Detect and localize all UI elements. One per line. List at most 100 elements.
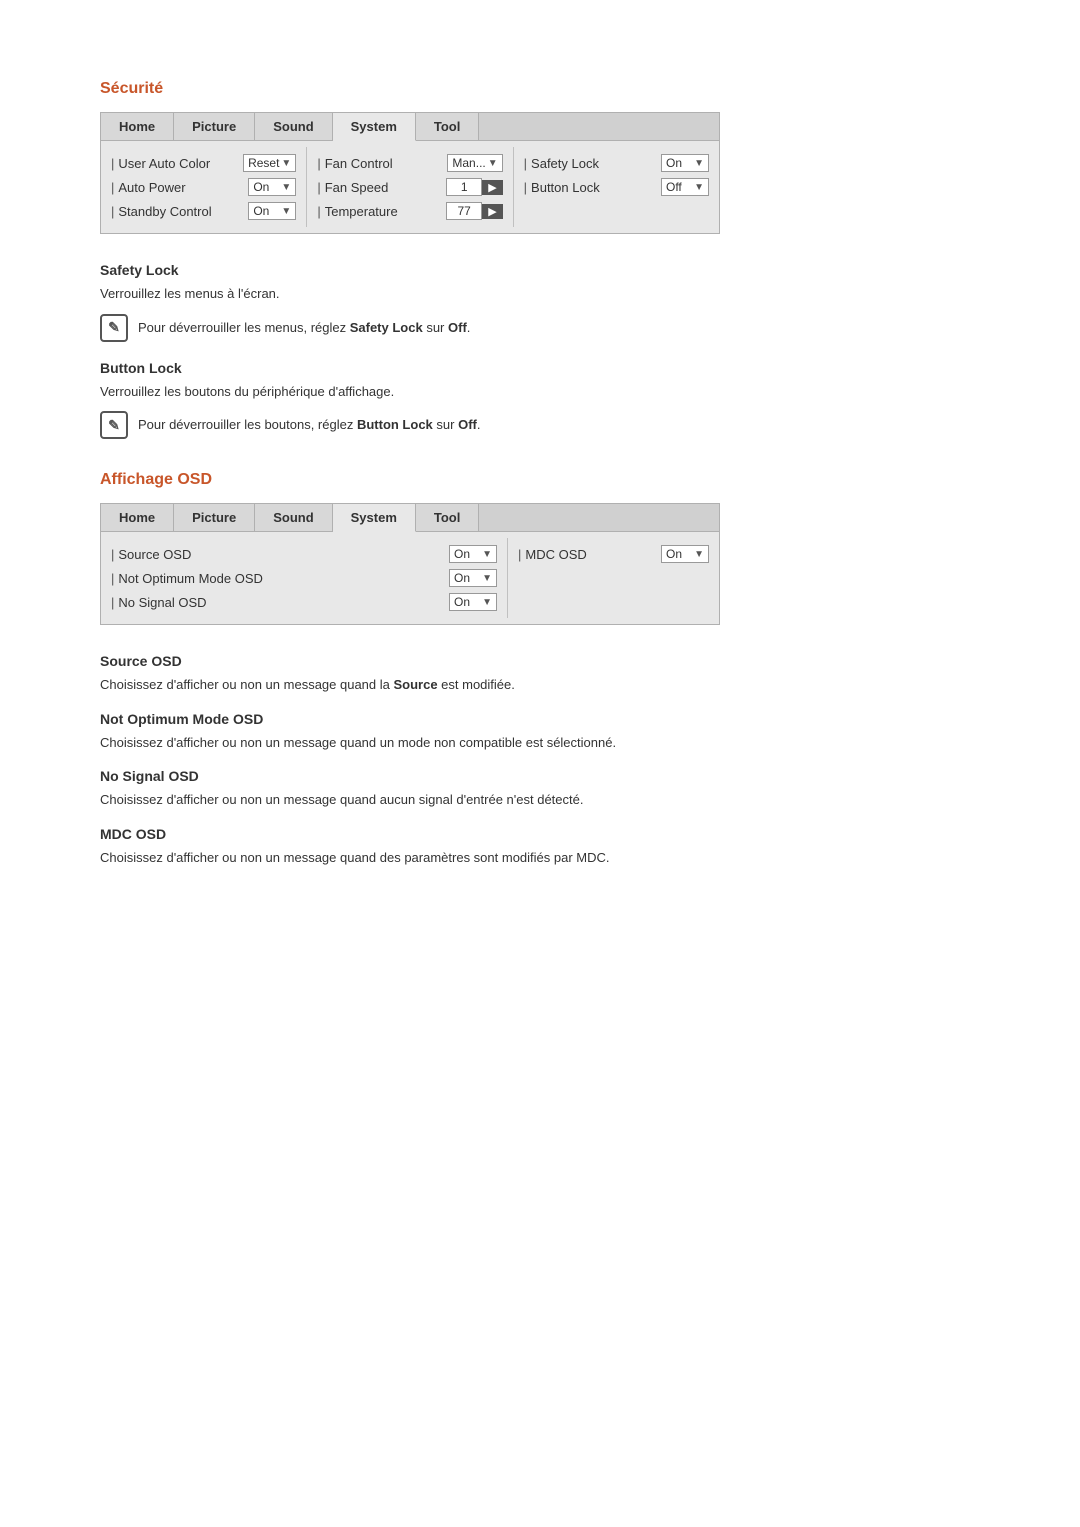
mdc-osd-title: MDC OSD: [100, 826, 980, 842]
securite-value-user-auto-color: Reset: [248, 156, 279, 170]
securite-menu-body: User Auto Color Reset ▼ Auto Power On ▼ …: [101, 141, 719, 233]
securite-tab-sound[interactable]: Sound: [255, 113, 332, 140]
safety-lock-note-icon: ✎: [100, 314, 128, 342]
securite-select-button-lock[interactable]: Off ▼: [661, 178, 709, 196]
securite-menu-panel: Home Picture Sound System Tool User Auto…: [100, 112, 720, 234]
securite-label-standby-control: Standby Control: [111, 204, 248, 219]
safety-lock-note-box: ✎ Pour déverrouiller les menus, réglez S…: [100, 314, 980, 342]
affichage-tab-home[interactable]: Home: [101, 504, 174, 531]
securite-select-auto-power[interactable]: On ▼: [248, 178, 296, 196]
affichage-row-not-optimum: Not Optimum Mode OSD On ▼: [109, 566, 499, 590]
affichage-osd-section: Affichage OSD Home Picture Sound System …: [100, 471, 980, 867]
securite-tab-home[interactable]: Home: [101, 113, 174, 140]
securite-tab-tool[interactable]: Tool: [416, 113, 479, 140]
affichage-label-source-osd: Source OSD: [111, 547, 449, 562]
securite-label-auto-power: Auto Power: [111, 180, 248, 195]
affichage-value-source-osd: On: [454, 547, 480, 561]
affichage-row-source-osd: Source OSD On ▼: [109, 542, 499, 566]
securite-value-fan-speed: 1: [446, 178, 482, 196]
securite-arrow-safety-lock: ▼: [694, 158, 704, 169]
securite-col-3: Safety Lock On ▼ Button Lock Off ▼: [514, 147, 719, 227]
affichage-value-no-signal: On: [454, 595, 480, 609]
source-osd-description: Choisissez d'afficher ou non un message …: [100, 675, 980, 695]
securite-row-fan-speed: Fan Speed 1 ▶: [315, 175, 504, 199]
affichage-tab-picture[interactable]: Picture: [174, 504, 255, 531]
securite-row-fan-control: Fan Control Man... ▼: [315, 151, 504, 175]
securite-row-standby-control: Standby Control On ▼: [109, 199, 298, 223]
not-optimum-description: Choisissez d'afficher ou non un message …: [100, 733, 980, 753]
affichage-label-no-signal: No Signal OSD: [111, 595, 449, 610]
securite-arrow-auto-power: ▼: [281, 182, 291, 193]
securite-title: Sécurité: [100, 80, 980, 98]
button-lock-note-text: Pour déverrouiller les boutons, réglez B…: [138, 411, 480, 435]
securite-col-1: User Auto Color Reset ▼ Auto Power On ▼ …: [101, 147, 307, 227]
source-osd-section: Source OSD Choisissez d'afficher ou non …: [100, 653, 980, 695]
mdc-osd-section: MDC OSD Choisissez d'afficher ou non un …: [100, 826, 980, 868]
safety-lock-title: Safety Lock: [100, 262, 980, 278]
affichage-row-mdc-osd: MDC OSD On ▼: [516, 542, 711, 566]
affichage-tab-system[interactable]: System: [333, 504, 416, 532]
not-optimum-title: Not Optimum Mode OSD: [100, 711, 980, 727]
securite-select-user-auto-color[interactable]: Reset ▼: [243, 154, 296, 172]
securite-row-temperature: Temperature 77 ▶: [315, 199, 504, 223]
securite-arrow-user-auto-color: ▼: [281, 158, 291, 169]
securite-value-standby-control: On: [253, 204, 279, 218]
affichage-select-mdc-osd[interactable]: On ▼: [661, 545, 709, 563]
affichage-tab-tool[interactable]: Tool: [416, 504, 479, 531]
affichage-col-2: MDC OSD On ▼: [508, 538, 719, 618]
securite-select-safety-lock[interactable]: On ▼: [661, 154, 709, 172]
affichage-select-not-optimum[interactable]: On ▼: [449, 569, 497, 587]
affichage-arrow-no-signal: ▼: [482, 597, 492, 608]
button-lock-note-icon: ✎: [100, 411, 128, 439]
affichage-value-mdc-osd: On: [666, 547, 692, 561]
securite-value-auto-power: On: [253, 180, 279, 194]
securite-arrow-standby-control: ▼: [281, 206, 291, 217]
securite-value-temperature: 77: [446, 202, 482, 220]
affichage-osd-title: Affichage OSD: [100, 471, 980, 489]
securite-select-standby-control[interactable]: On ▼: [248, 202, 296, 220]
affichage-select-no-signal[interactable]: On ▼: [449, 593, 497, 611]
securite-select-fan-control[interactable]: Man... ▼: [447, 154, 502, 172]
securite-label-fan-control: Fan Control: [317, 156, 447, 171]
securite-nav-temperature[interactable]: ▶: [482, 204, 502, 219]
safety-lock-section: Safety Lock Verrouillez les menus à l'éc…: [100, 262, 980, 342]
button-lock-title: Button Lock: [100, 360, 980, 376]
securite-col-2: Fan Control Man... ▼ Fan Speed 1 ▶ Tempe…: [307, 147, 513, 227]
affichage-select-source-osd[interactable]: On ▼: [449, 545, 497, 563]
safety-lock-description: Verrouillez les menus à l'écran.: [100, 284, 980, 304]
affichage-osd-menu-tabs: Home Picture Sound System Tool: [101, 504, 719, 532]
securite-tab-system[interactable]: System: [333, 113, 416, 141]
securite-value-safety-lock: On: [666, 156, 692, 170]
securite-value-fan-control: Man...: [452, 156, 485, 170]
affichage-label-mdc-osd: MDC OSD: [518, 547, 661, 562]
securite-arrow-button-lock: ▼: [694, 182, 704, 193]
affichage-osd-menu-panel: Home Picture Sound System Tool Source OS…: [100, 503, 720, 625]
securite-label-safety-lock: Safety Lock: [524, 156, 661, 171]
affichage-arrow-source-osd: ▼: [482, 549, 492, 560]
button-lock-note-box: ✎ Pour déverrouiller les boutons, réglez…: [100, 411, 980, 439]
securite-value-button-lock: Off: [666, 180, 692, 194]
no-signal-title: No Signal OSD: [100, 768, 980, 784]
securite-row-safety-lock: Safety Lock On ▼: [522, 151, 711, 175]
securite-row-button-lock: Button Lock Off ▼: [522, 175, 711, 199]
button-lock-description: Verrouillez les boutons du périphérique …: [100, 382, 980, 402]
affichage-row-no-signal: No Signal OSD On ▼: [109, 590, 499, 614]
affichage-label-not-optimum: Not Optimum Mode OSD: [111, 571, 449, 586]
affichage-arrow-not-optimum: ▼: [482, 573, 492, 584]
affichage-tab-sound[interactable]: Sound: [255, 504, 332, 531]
securite-menu-tabs: Home Picture Sound System Tool: [101, 113, 719, 141]
affichage-arrow-mdc-osd: ▼: [694, 549, 704, 560]
securite-row-user-auto-color: User Auto Color Reset ▼: [109, 151, 298, 175]
securite-label-temperature: Temperature: [317, 204, 446, 219]
button-lock-section: Button Lock Verrouillez les boutons du p…: [100, 360, 980, 440]
mdc-osd-description: Choisissez d'afficher ou non un message …: [100, 848, 980, 868]
no-signal-section: No Signal OSD Choisissez d'afficher ou n…: [100, 768, 980, 810]
securite-tab-picture[interactable]: Picture: [174, 113, 255, 140]
securite-nav-fan-speed[interactable]: ▶: [482, 180, 502, 195]
affichage-value-not-optimum: On: [454, 571, 480, 585]
source-osd-title: Source OSD: [100, 653, 980, 669]
affichage-osd-menu-body: Source OSD On ▼ Not Optimum Mode OSD On …: [101, 532, 719, 624]
affichage-col-1: Source OSD On ▼ Not Optimum Mode OSD On …: [101, 538, 508, 618]
securite-row-auto-power: Auto Power On ▼: [109, 175, 298, 199]
securite-arrow-fan-control: ▼: [488, 158, 498, 169]
